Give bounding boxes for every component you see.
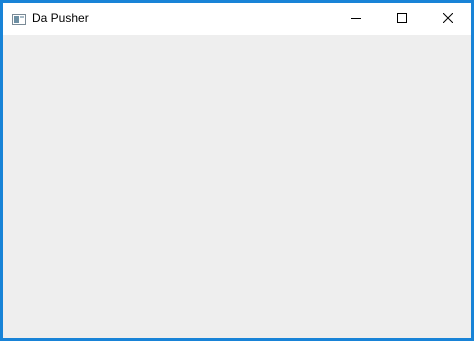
window-title: Da Pusher bbox=[32, 11, 89, 25]
title-bar[interactable]: Da Pusher bbox=[3, 3, 471, 35]
minimize-icon bbox=[351, 10, 361, 28]
maximize-icon bbox=[397, 10, 407, 28]
app-window-icon bbox=[12, 12, 26, 25]
maximize-button[interactable] bbox=[379, 3, 425, 35]
minimize-button[interactable] bbox=[333, 3, 379, 35]
app-window: Da Pusher bbox=[0, 0, 474, 341]
close-icon bbox=[442, 10, 454, 28]
window-client-area bbox=[3, 35, 471, 338]
close-button[interactable] bbox=[425, 3, 471, 35]
